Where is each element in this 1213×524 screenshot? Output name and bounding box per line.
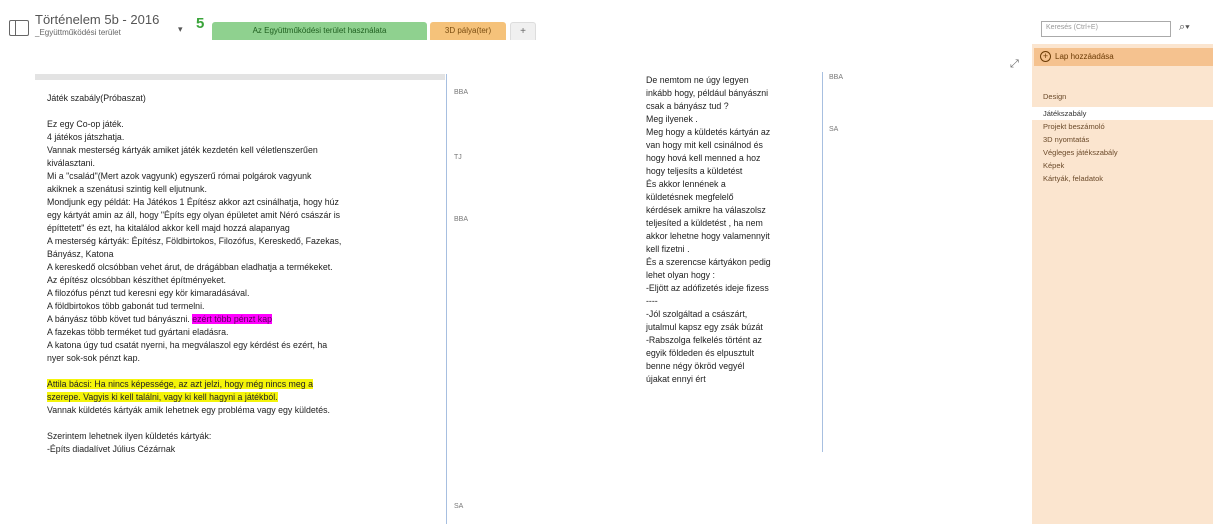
note-line: Mondjunk egy példát: Ha Játékos 1 Építés…	[47, 197, 339, 207]
note-line: A földbirtokos több gabonát tud termelni…	[47, 301, 205, 311]
note-line: jutalmul kapsz egy zsák búzát	[646, 322, 763, 332]
page-canvas[interactable]: ⤢ Játék szabály(Próbaszat) Ez egy Co-op j…	[0, 44, 1030, 524]
note-line: -Rabszolga felkelés történt az	[646, 335, 762, 345]
note-line: Meg hogy a küldetés kártyán az	[646, 127, 771, 137]
author-mark: BBA	[454, 89, 469, 96]
page-item[interactable]: Design	[1032, 90, 1213, 103]
note-line: Bányász, Katona	[47, 249, 114, 259]
author-line	[446, 74, 447, 524]
note-container-rules[interactable]: Játék szabály(Próbaszat) Ez egy Co-op ját…	[35, 74, 445, 524]
note-line: küldetésnek megfelelő	[646, 192, 734, 202]
note-text: A bányász több követ tud bányászni.	[47, 314, 190, 324]
chevron-down-icon[interactable]: ▾	[178, 24, 183, 35]
add-page-label: Lap hozzáadása	[1055, 52, 1114, 61]
note-line: ----	[646, 296, 658, 306]
note-line: kiválasztani.	[47, 158, 95, 168]
note-line: kell fizetni .	[646, 244, 690, 254]
note-line: nyer sok-sok pénzt kap.	[47, 353, 140, 363]
note-line: Attila bácsi: Ha nincs képessége, az azt…	[47, 378, 435, 391]
page-item[interactable]: Végleges játékszabály	[1032, 146, 1213, 159]
title-bar: Történelem 5b - 2016 _Együttműködési ter…	[0, 0, 1213, 44]
note-line: -Jól szolgáltad a császárt,	[646, 309, 748, 319]
note-line: A mesterség kártyák: Építész, Földbirtok…	[47, 236, 342, 246]
note-line: akkor lehetne hogy valamennyit	[646, 231, 770, 241]
note-line: van hogy mit kell csinálnod és	[646, 140, 763, 150]
note-line: És akkor lennének a	[646, 179, 726, 189]
add-section-button[interactable]: +	[510, 22, 536, 40]
tab-3d-palya[interactable]: 3D pálya(ter)	[430, 22, 506, 40]
author-mark: TJ	[454, 154, 462, 161]
page-list: Design Játékszabály Projekt beszámoló 3D ny…	[1032, 90, 1213, 185]
notebook-section[interactable]: _Együttműködési terület	[35, 28, 121, 37]
author-mark: BBA	[829, 74, 844, 81]
note-line: A katona úgy tud csatát nyerni, ha megvá…	[47, 340, 328, 350]
author-line	[822, 72, 823, 452]
note-line: Meg ilyenek .	[646, 114, 698, 124]
note-line: egy kártyát amin az áll, hogy "Építs egy…	[47, 210, 341, 220]
page-item[interactable]: Kártyák, feladatok	[1032, 172, 1213, 185]
note-line: -Építs diadalívet Július Cézárnak	[47, 444, 176, 454]
highlighted-text: ezért több pénzt kap	[192, 314, 272, 324]
author-mark: SA	[829, 126, 839, 133]
note-line: Mi a "család"(Mert azok vagyunk) egyszer…	[47, 171, 312, 181]
note-line: újakat ennyi ért	[646, 374, 706, 384]
note-line: Vannak küldetés kártyák amik lehetnek eg…	[47, 405, 330, 415]
note-line: A filozófus pénzt tud keresni egy kör ki…	[47, 288, 250, 298]
notebook-icon[interactable]	[9, 20, 29, 36]
tab-collaboration-space[interactable]: Az Együttműködési terület használata	[212, 22, 427, 40]
note-line: inkább hogy, például bányászni	[646, 88, 769, 98]
note-line: Vannak mesterség kártyák amiket játék ke…	[47, 145, 318, 155]
note-line: benne négy ökröd vegyél	[646, 361, 745, 371]
note-line	[47, 417, 435, 430]
highlighted-text: szerepe. Vagyis ki kell találni, vagy ki…	[47, 392, 278, 402]
page-item[interactable]: 3D nyomtatás	[1032, 133, 1213, 146]
highlighted-text: Attila bácsi: Ha nincs képessége, az azt…	[47, 379, 313, 389]
notebook-title[interactable]: Történelem 5b - 2016	[35, 12, 159, 27]
page-item[interactable]: Projekt beszámoló	[1032, 120, 1213, 133]
note-line: 4 játékos játszhatja.	[47, 132, 125, 142]
note-line: A kereskedő olcsóbban vehet árut, de drá…	[47, 262, 333, 272]
note-line: építtetett" és ezt, ha kitalálod akkor k…	[47, 223, 290, 233]
note-line: hogy hová kell menned a hoz	[646, 153, 761, 163]
note-line: szerepe. Vagyis ki kell találni, vagy ki…	[47, 391, 435, 404]
note-line: Szerintem lehetnek ilyen küldetés kártyá…	[47, 431, 212, 441]
page-item[interactable]: Képek	[1032, 159, 1213, 172]
search-icon[interactable]: ⌕▾	[1179, 21, 1190, 34]
expand-icon[interactable]: ⤢	[1010, 58, 1019, 71]
note-line: egyik földeden és elpusztult	[646, 348, 755, 358]
note-line: Játék szabály(Próbaszat)	[47, 93, 146, 103]
note-line: -Eljött az adófizetés ideje fizess	[646, 283, 769, 293]
note-line: lehet olyan hogy :	[646, 270, 715, 280]
note-line: hogy teljesíts a küldetést	[646, 166, 743, 176]
note-line: Ez egy Co-op játék.	[47, 119, 124, 129]
page-item[interactable]: Játékszabály	[1032, 107, 1213, 120]
note-line: akiknek a szenátusi szintig kell eljutnu…	[47, 184, 207, 194]
search-input[interactable]: Keresés (Ctrl+E)	[1041, 21, 1171, 37]
note-line: Az építész olcsóbban készíthet építménye…	[47, 275, 226, 285]
note-line: teljesíted a küldetést , ha nem	[646, 218, 763, 228]
note-line: De nemtom ne úgy legyen	[646, 75, 749, 85]
sync-status-badge: 5	[196, 15, 205, 32]
note-container-comment[interactable]: De nemtom ne úgy legyen inkább hogy, péld…	[646, 74, 821, 386]
author-mark: SA	[454, 503, 464, 510]
note-line	[47, 365, 435, 378]
note-line: csak a bányász tud ?	[646, 101, 729, 111]
plus-icon: +	[1040, 51, 1051, 63]
note-line: A bányász több követ tud bányászni. ezér…	[47, 313, 435, 326]
note-line: A fazekas több terméket tud gyártani ela…	[47, 327, 229, 337]
author-mark: BBA	[454, 216, 469, 223]
note-line: kérdések amikre ha válaszolsz	[646, 205, 766, 215]
note-line: És a szerencse kártyákon pedig	[646, 257, 771, 267]
note-line	[47, 105, 435, 118]
add-page-button[interactable]: + Lap hozzáadása	[1034, 48, 1213, 66]
